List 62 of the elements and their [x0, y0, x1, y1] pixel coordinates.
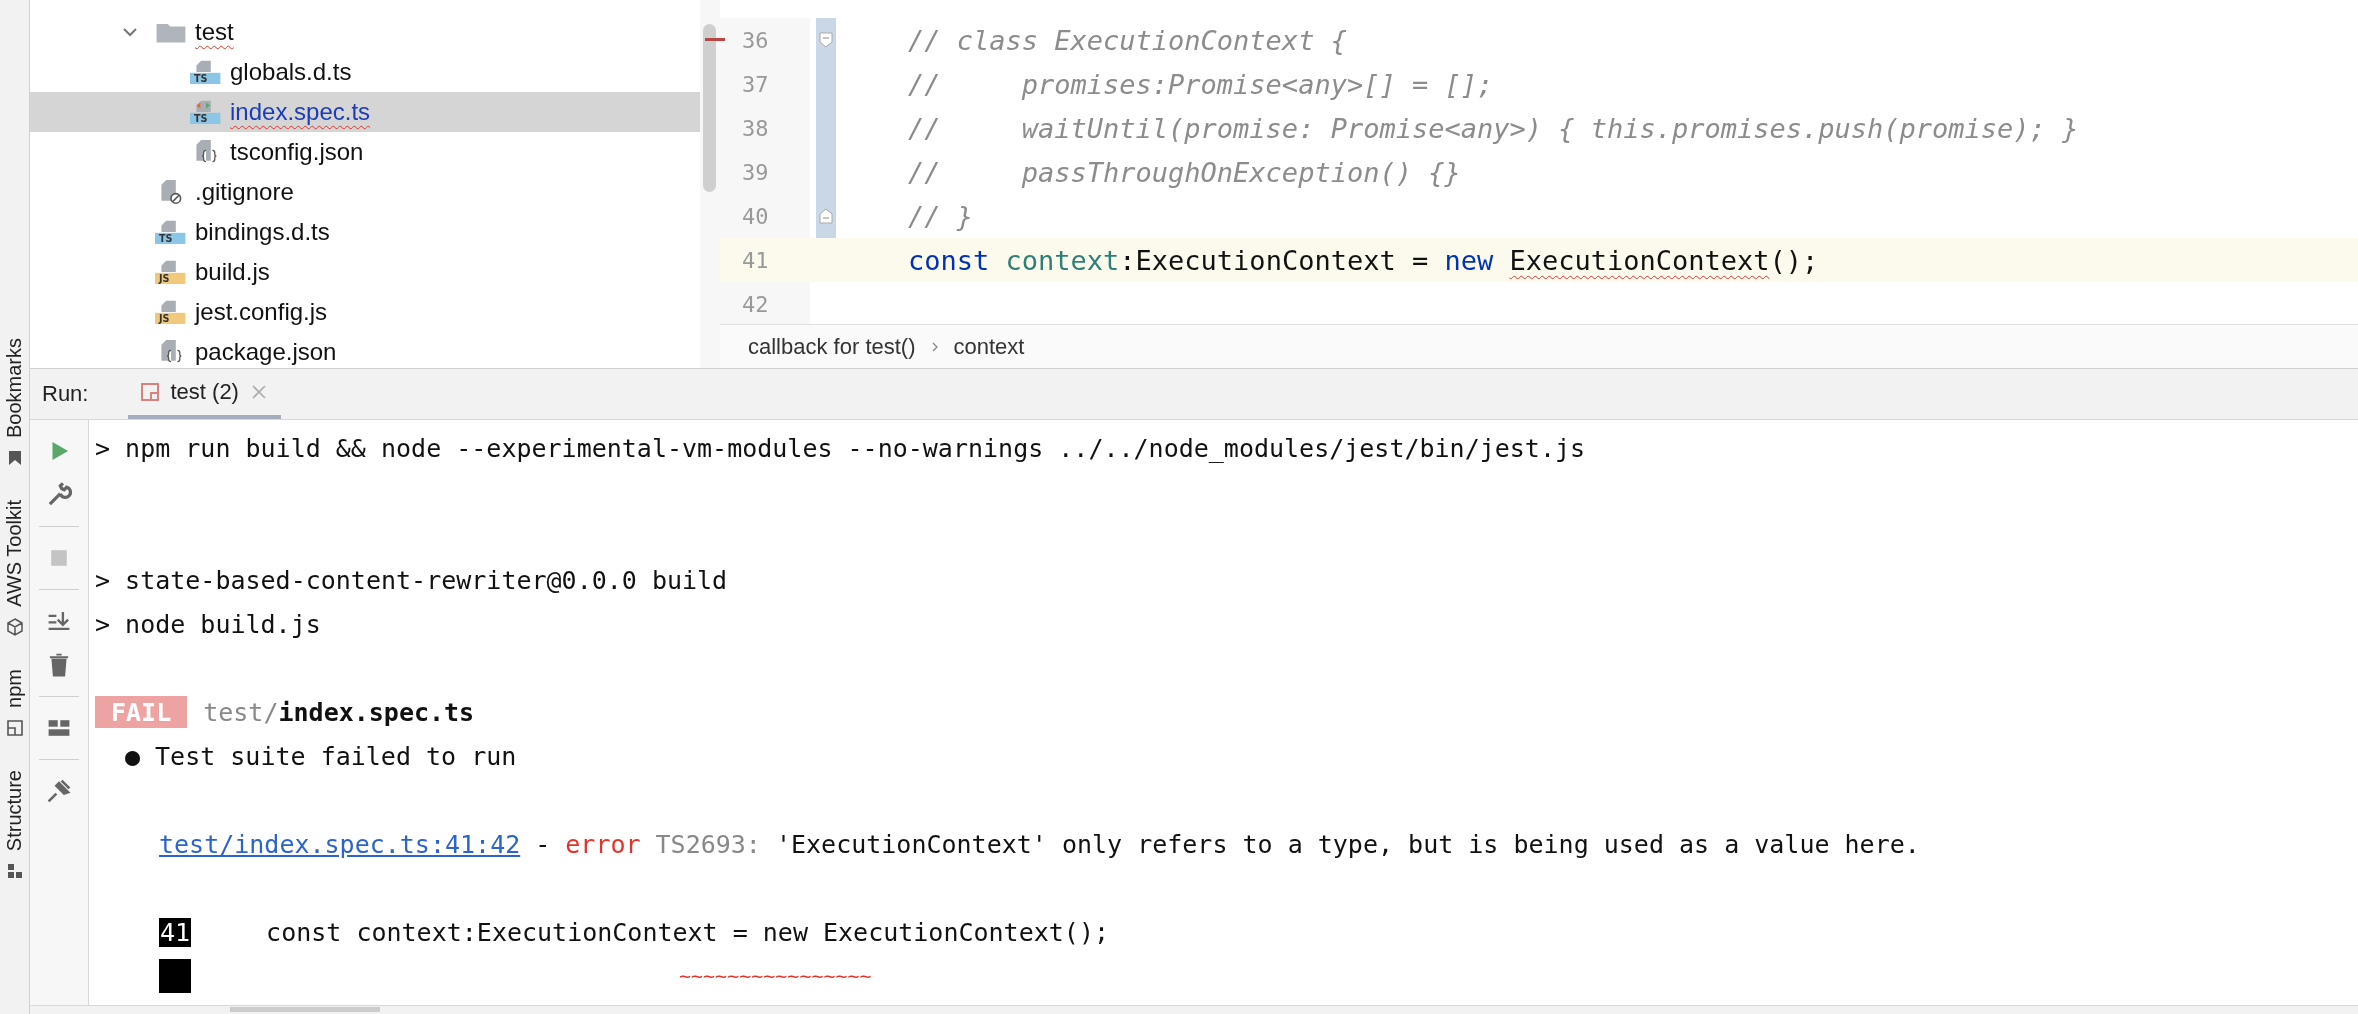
test-file-path: test/index.spec.ts [203, 697, 475, 727]
code-line: const context:ExecutionContext = new ExecutionContext(); [907, 244, 1819, 276]
error-marker [705, 38, 725, 41]
tool-window-label[interactable]: npm [3, 668, 26, 708]
code-line: // promises:Promise<any>[] = []; [907, 68, 1494, 100]
tree-item[interactable]: .gitignore [30, 172, 700, 212]
code-line: const context:ExecutionContext = new ExecutionContext(); [266, 917, 1109, 947]
breadcrumb[interactable]: callback for test() [748, 333, 916, 360]
line-number: 41 [159, 917, 192, 947]
file-link[interactable]: test/index.spec.ts:41:42 [159, 829, 521, 859]
error-code: TS2693: [655, 829, 761, 859]
separator: - [535, 829, 551, 859]
tree-item[interactable]: package.json [30, 332, 700, 368]
line-number: 38 [720, 106, 810, 150]
line-number: 39 [720, 150, 810, 194]
console-line: > npm run build && node --experimental-vm-modules --no-warnings ../../node_modules/jest/bin/jest.js [95, 433, 1586, 463]
breadcrumb[interactable]: context [953, 333, 1025, 360]
test-icon [140, 382, 161, 402]
scrollbar-thumb[interactable] [703, 24, 716, 192]
error-label: error [565, 829, 641, 859]
pin-icon[interactable] [46, 778, 72, 804]
tree-item[interactable]: tsconfig.json [30, 132, 700, 172]
file-name: jest.config.js [195, 298, 328, 326]
tree-item[interactable]: JS build.js [30, 252, 700, 292]
cube-icon[interactable] [4, 616, 25, 637]
file-name: tsconfig.json [230, 138, 364, 166]
wrench-icon[interactable] [46, 482, 72, 508]
tool-window-label[interactable]: Structure [3, 769, 26, 851]
panel-label: Run: [42, 381, 89, 407]
code-line: // class ExecutionContext { [907, 24, 1347, 56]
tree-item[interactable]: TS globals.d.ts [30, 52, 700, 92]
line-number: 36 [720, 18, 810, 62]
line-number: 37 [720, 62, 810, 106]
console-line: > state-based-content-rewriter@0.0.0 build [95, 565, 728, 595]
run-tab[interactable]: test (2) [128, 369, 281, 419]
error-squiggle: ~~~~~~~~~~~~~~~~ [679, 964, 872, 988]
tool-window-label[interactable]: AWS Toolkit [3, 500, 26, 607]
code-line: // } [907, 200, 974, 232]
line-number: 42 [720, 282, 810, 324]
line-number: 40 [720, 194, 810, 238]
error-message: 'ExecutionContext' only refers to a type, but is being used as a value here. [775, 829, 1920, 859]
tree-item[interactable]: TS bindings.d.ts [30, 212, 700, 252]
tree-item[interactable]: test [30, 12, 700, 52]
bullet-icon: ● [125, 741, 141, 771]
window-icon[interactable] [4, 717, 25, 738]
console-line: > node build.js [95, 609, 321, 639]
line-number: 41 [741, 247, 770, 273]
tree-item[interactable]: TS index.spec.ts [30, 92, 700, 132]
file-name: build.js [195, 258, 270, 286]
file-name: bindings.d.ts [195, 218, 330, 246]
console-line: Test suite failed to run [155, 741, 517, 771]
file-name: index.spec.ts [230, 98, 371, 126]
scrollbar-thumb[interactable] [230, 1007, 380, 1012]
file-name: .gitignore [195, 178, 294, 206]
code-line: // passThroughOnException() {} [907, 156, 1461, 188]
tree-item[interactable]: JS jest.config.js [30, 292, 700, 332]
file-name: test [195, 18, 234, 46]
file-name: globals.d.ts [230, 58, 352, 86]
file-name: package.json [195, 338, 337, 366]
tool-window-label[interactable]: Bookmarks [3, 338, 26, 439]
code-line: // waitUntil(promise: Promise<any>) { this.promises.push(promise); } [907, 112, 2079, 144]
fail-badge: FAIL [95, 696, 188, 728]
